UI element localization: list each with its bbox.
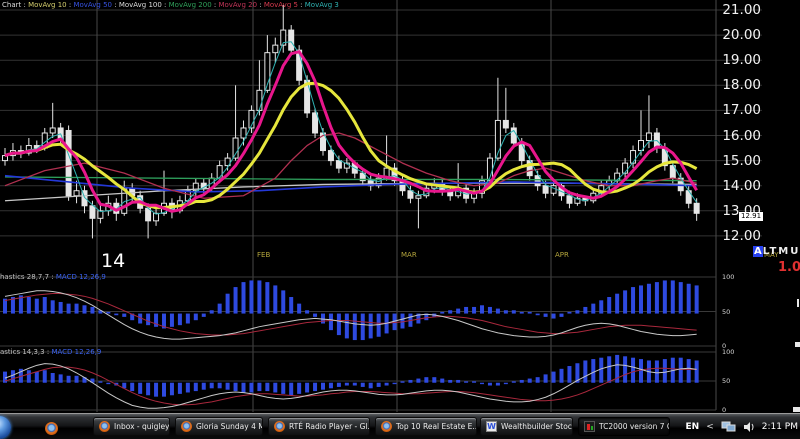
ma-line-movavg-10 xyxy=(5,83,697,207)
taskbar-button-label: Wealthbuilder Stock ... xyxy=(501,422,573,431)
oscillator-panel-label: hastics 28,7,7 : MACD 12,26,9 xyxy=(0,273,106,281)
price-axis-label: 16.00 xyxy=(703,128,761,144)
price-axis-label: 19.00 xyxy=(703,52,761,68)
chart-legend: Chart : MovAvg 10 : MovAvg 50 : MovAvg 1… xyxy=(2,1,339,9)
taskbar-button[interactable]: Top 10 Real Estate E... xyxy=(375,417,477,436)
quick-launch-firefox[interactable] xyxy=(45,420,58,439)
taskbar-button[interactable]: W Wealthbuilder Stock ... xyxy=(480,417,573,436)
oscillator-axis-label: 100 xyxy=(722,348,734,356)
taskbar: Inbox - quigleycomp... Gloria Sunday 4 Ma… xyxy=(0,413,800,439)
macd-histogram xyxy=(3,280,699,340)
scrollbar-tick[interactable] xyxy=(797,299,799,307)
price-axis-label: 12.00 xyxy=(703,228,761,244)
price-axis-label: 18.00 xyxy=(703,77,761,93)
volume-icon[interactable] xyxy=(743,421,755,433)
last-price-badge: 12.91 xyxy=(739,212,763,221)
taskbar-button-label: Top 10 Real Estate E... xyxy=(396,422,477,431)
month-label: FEB xyxy=(257,251,270,259)
taskbar-button-label: Gloria Sunday 4 May ... xyxy=(196,422,263,431)
firefox-icon xyxy=(45,422,58,435)
word-icon: W xyxy=(486,421,497,432)
system-tray: EN < 2:11 PM xyxy=(686,414,799,439)
legend-item: MovAvg 50 xyxy=(73,1,112,9)
price-axis-label: 15.00 xyxy=(703,153,761,169)
corner-value: 1.0 xyxy=(778,260,800,275)
oscillator-axis-label: 100 xyxy=(722,273,734,281)
period-label: 14 xyxy=(101,250,125,272)
candles-series xyxy=(3,5,700,238)
taskbar-button-label: Inbox - quigleycomp... xyxy=(114,422,170,431)
language-indicator[interactable]: EN xyxy=(686,422,700,432)
taskbar-button-label: RTÉ Radio Player - Gl... xyxy=(289,422,370,431)
firefox-icon xyxy=(381,421,392,432)
taskbar-button[interactable]: Inbox - quigleycomp... xyxy=(93,417,170,436)
taskbar-button[interactable]: Gloria Sunday 4 May ... xyxy=(175,417,263,436)
legend-item: MovAvg 3 xyxy=(305,1,339,9)
chart-canvas[interactable] xyxy=(0,0,800,413)
price-axis-label: 21.00 xyxy=(703,2,761,18)
legend-item: : xyxy=(257,1,264,9)
tc2000-icon xyxy=(584,421,595,432)
symbol-rest: LTMU xyxy=(763,246,800,257)
firefox-icon xyxy=(274,421,285,432)
legend-item: : xyxy=(298,1,305,9)
taskbar-button-label: TC2000 version 7 Gol... xyxy=(599,422,670,431)
month-label: MAR xyxy=(401,251,417,259)
panel-resize-handle[interactable] xyxy=(795,342,800,347)
price-axis-label: 17.00 xyxy=(703,102,761,118)
price-axis-label: 14.00 xyxy=(703,178,761,194)
legend-item: MovAvg 10 xyxy=(28,1,67,9)
price-axis-label: 20.00 xyxy=(703,27,761,43)
clock[interactable]: 2:11 PM xyxy=(762,422,798,432)
symbol-highlighted-char: A xyxy=(753,246,763,257)
oscillator-axis-label: 50 xyxy=(722,377,730,385)
legend-item: MovAvg 100 xyxy=(119,1,162,9)
network-icon[interactable] xyxy=(721,421,736,433)
desktop-screen: Chart : MovAvg 10 : MovAvg 50 : MovAvg 1… xyxy=(0,0,800,439)
oscillator-panel-label: astics 14,3,3 : MACD 12,26,9 xyxy=(0,348,101,356)
legend-item: MovAvg 5 xyxy=(264,1,298,9)
symbol-entry-field[interactable]: ALTMU xyxy=(753,246,800,257)
tray-collapse-chevron[interactable]: < xyxy=(706,422,714,432)
legend-item: Chart xyxy=(2,1,21,9)
taskbar-button[interactable]: RTÉ Radio Player - Gl... xyxy=(268,417,370,436)
month-label: APR xyxy=(555,251,569,259)
taskbar-button[interactable]: TC2000 version 7 Gol... xyxy=(578,417,670,436)
stoch-k-line xyxy=(5,291,697,339)
stoch-d-line xyxy=(5,294,697,335)
panel-resize-handle[interactable] xyxy=(793,407,800,412)
firefox-icon xyxy=(99,421,110,432)
legend-item: MovAvg 20 xyxy=(218,1,257,9)
start-button[interactable] xyxy=(0,416,11,439)
firefox-icon xyxy=(181,421,192,432)
legend-item: : xyxy=(162,1,169,9)
oscillator-axis-label: 50 xyxy=(722,308,730,316)
legend-item: : xyxy=(112,1,119,9)
legend-item: MovAvg 200 xyxy=(169,1,212,9)
